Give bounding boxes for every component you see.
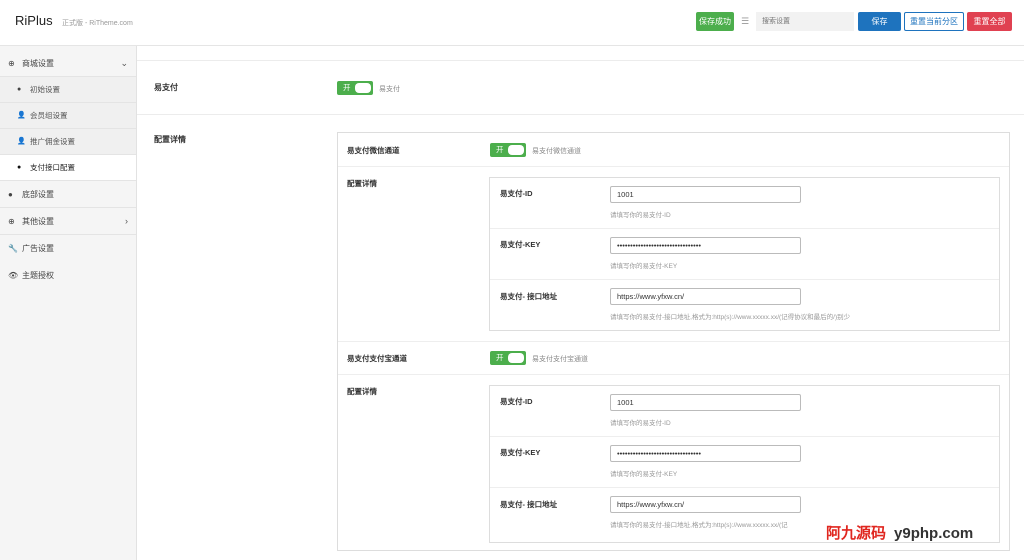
wechat-url-help: 请填写你的易支付-接口地址,格式为:http(s)://www.xxxxx.xx…	[610, 314, 851, 321]
watermark-url: y9php.com	[894, 525, 974, 542]
divider	[490, 436, 999, 437]
search-input[interactable]	[756, 12, 854, 31]
circle-icon: ●	[8, 190, 13, 199]
wechat-url-input[interactable]: https://www.yfxw.cn/	[610, 288, 801, 305]
sidebar-item-footer[interactable]: ● 底部设置	[0, 181, 136, 208]
divider	[490, 279, 999, 280]
plus-circle-icon: ⊕	[8, 217, 15, 226]
sidebar-item-label: 其他设置	[22, 217, 54, 226]
main-panel: 易支付 开 易支付 配置详情 易支付微信通道 开 易支付微信通道 配置详情 易支…	[137, 46, 1024, 560]
sidebar-item-label: 商城设置	[22, 59, 54, 68]
config-detail-label: 配置详情	[154, 135, 186, 144]
toggle-on-label: 开	[496, 145, 504, 154]
toggle-on-label: 开	[343, 83, 351, 92]
plus-circle-icon: ⊕	[8, 59, 15, 68]
watermark: 阿九源码 y9php.com	[826, 522, 973, 543]
yzf-toggle[interactable]: 开	[337, 81, 373, 95]
alipay-id-label: 易支付-ID	[500, 397, 533, 406]
user-icon: 👤	[17, 138, 26, 145]
wechat-key-help: 请填写你的易支付-KEY	[610, 263, 678, 270]
sidebar: ⊕ 商城设置 ⌄ ● 初始设置 👤 会员组设置 👤 推广佣金设置 ● 支付接口配…	[0, 46, 137, 560]
divider	[137, 60, 1024, 61]
sidebar-subitem-payment[interactable]: ● 支付接口配置	[0, 155, 136, 181]
sidebar-subitem-init[interactable]: ● 初始设置	[0, 77, 136, 103]
toggle-on-label: 开	[496, 353, 504, 362]
wechat-id-input[interactable]: 1001	[610, 186, 801, 203]
sidebar-item-label: 广告设置	[22, 244, 54, 253]
alipay-channel-desc: 易支付支付宝通道	[532, 356, 588, 363]
alipay-key-label: 易支付-KEY	[500, 448, 541, 457]
eye-icon: 👁	[8, 271, 19, 280]
toggle-knob	[508, 145, 524, 155]
wechat-url-label: 易支付- 接口地址	[500, 292, 558, 301]
wrench-icon: 🔧	[8, 244, 18, 253]
divider	[338, 374, 1009, 375]
alipay-channel-label: 易支付支付宝通道	[347, 354, 407, 363]
chevron-right-icon: ›	[125, 216, 128, 226]
sidebar-subitem-label: 会员组设置	[30, 111, 68, 120]
yzf-desc: 易支付	[379, 86, 400, 93]
divider	[137, 114, 1024, 115]
reset-section-button[interactable]: 重置当前分区	[904, 12, 964, 31]
save-button[interactable]: 保存	[858, 12, 901, 31]
config-detail-box: 易支付微信通道 开 易支付微信通道 配置详情 易支付-ID 1001 请填写你的…	[337, 132, 1010, 551]
alipay-key-help: 请填写你的易支付-KEY	[610, 471, 678, 478]
watermark-cn: 阿九源码	[826, 525, 887, 542]
wechat-id-help: 请填写你的易支付-ID	[610, 212, 671, 219]
wechat-key-label: 易支付-KEY	[500, 240, 541, 249]
sidebar-subitem-commission[interactable]: 👤 推广佣金设置	[0, 129, 136, 155]
alipay-key-input[interactable]: ••••••••••••••••••••••••••••••••	[610, 445, 801, 462]
divider	[338, 166, 1009, 167]
alipay-url-help: 请填写你的易支付-接口地址,格式为:http(s)://www.xxxxx.xx…	[610, 522, 788, 529]
reset-all-button[interactable]: 重置全部	[967, 12, 1012, 31]
toggle-knob	[508, 353, 524, 363]
yzf-label: 易支付	[154, 83, 178, 92]
alipay-channel-toggle[interactable]: 开	[490, 351, 526, 365]
chevron-down-icon: ⌄	[120, 58, 128, 68]
wechat-channel-desc: 易支付微信通道	[532, 148, 581, 155]
alipay-config-box: 易支付-ID 1001 请填写你的易支付-ID 易支付-KEY ••••••••…	[489, 385, 1000, 543]
alipay-id-input[interactable]: 1001	[610, 394, 801, 411]
sidebar-subitem-label: 推广佣金设置	[30, 137, 75, 146]
wechat-key-input[interactable]: ••••••••••••••••••••••••••••••••	[610, 237, 801, 254]
alipay-config-label: 配置详情	[347, 387, 377, 396]
circle-icon: ●	[17, 164, 22, 171]
wechat-id-label: 易支付-ID	[500, 189, 533, 198]
alipay-url-input[interactable]: https://www.yfxw.cn/	[610, 496, 801, 513]
wechat-channel-label: 易支付微信通道	[347, 146, 400, 155]
user-icon: 👤	[17, 112, 26, 119]
save-success-badge: 保存成功	[696, 12, 734, 31]
sidebar-item-label: 主题授权	[22, 271, 54, 280]
divider	[490, 228, 999, 229]
sidebar-subitem-member-group[interactable]: 👤 会员组设置	[0, 103, 136, 129]
sidebar-item-label: 底部设置	[22, 190, 54, 199]
wechat-config-label: 配置详情	[347, 179, 377, 188]
logo-subtitle: 正式版 - RiTheme.com	[62, 20, 133, 27]
logo: RiPlus	[15, 13, 53, 28]
sidebar-item-shop[interactable]: ⊕ 商城设置 ⌄	[0, 50, 136, 77]
alipay-id-help: 请填写你的易支付-ID	[610, 420, 671, 427]
wechat-channel-toggle[interactable]: 开	[490, 143, 526, 157]
circle-icon: ●	[17, 86, 22, 93]
divider	[338, 341, 1009, 342]
sidebar-item-other[interactable]: ⊕ 其他设置 ›	[0, 208, 136, 235]
alipay-url-label: 易支付- 接口地址	[500, 500, 558, 509]
wechat-config-box: 易支付-ID 1001 请填写你的易支付-ID 易支付-KEY ••••••••…	[489, 177, 1000, 331]
toggle-knob	[355, 83, 371, 93]
search-icon: ☰	[741, 16, 750, 26]
sidebar-subitem-label: 支付接口配置	[30, 163, 75, 172]
divider	[490, 487, 999, 488]
sidebar-item-ads[interactable]: 🔧 广告设置	[0, 235, 136, 262]
sidebar-item-license[interactable]: 👁 主题授权	[0, 262, 136, 289]
top-header: RiPlus 正式版 - RiTheme.com 保存成功 ☰ 保存 重置当前分…	[0, 0, 1024, 46]
sidebar-subitem-label: 初始设置	[30, 85, 60, 94]
